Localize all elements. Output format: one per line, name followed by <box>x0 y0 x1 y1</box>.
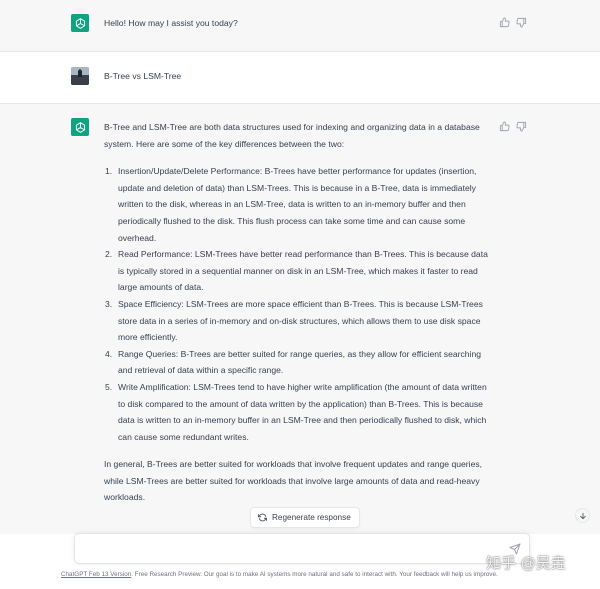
list-item-number: 5. <box>105 381 113 392</box>
footer-disclaimer: ChatGPT Feb 13 Version. Free Research Pr… <box>61 571 498 578</box>
assistant-message-greeting: Hello! How may I assist you today? <box>0 0 600 52</box>
thumbs-up-icon[interactable] <box>499 17 510 28</box>
list-item: 4. Range Queries: B-Trees are better sui… <box>105 346 496 379</box>
watermark-text: 知乎 @吴垚 <box>486 554 566 572</box>
answer-conclusion: In general, B-Trees are better suited fo… <box>104 459 483 503</box>
list-item-text: Write Amplification: LSM-Trees tend to h… <box>118 381 487 442</box>
openai-logo-icon <box>75 17 85 29</box>
greeting-text: Hello! How may I assist you today? <box>104 18 238 28</box>
list-item: 5. Write Amplification: LSM-Trees tend t… <box>105 379 496 445</box>
footer-note-text: . Free Research Preview. Our goal is to … <box>131 571 498 578</box>
thumbs-up-icon[interactable] <box>499 121 510 132</box>
assistant-message-answer: B-Tree and LSM-Tree are both data struct… <box>0 104 600 534</box>
list-item-number: 2. <box>105 249 113 260</box>
list-item: 1. Insertion/Update/Delete Performance: … <box>105 163 496 246</box>
thumbs-down-icon[interactable] <box>516 121 527 132</box>
list-item-number: 4. <box>105 348 113 359</box>
prompt-input[interactable] <box>85 540 495 558</box>
refresh-icon <box>258 513 267 522</box>
user-photo-icon <box>71 67 89 85</box>
list-item-text: Space Efficiency: LSM-Trees are more spa… <box>118 298 483 343</box>
version-link[interactable]: ChatGPT Feb 13 Version <box>61 571 131 578</box>
differences-list: 1. Insertion/Update/Delete Performance: … <box>105 163 496 445</box>
list-item: 2. Read Performance: LSM-Trees have bett… <box>105 246 496 296</box>
list-item-text: Insertion/Update/Delete Performance: B-T… <box>118 166 477 243</box>
list-item-text: Range Queries: B-Trees are better suited… <box>118 348 482 376</box>
greeting-feedback <box>499 17 527 28</box>
assistant-avatar <box>71 14 89 32</box>
answer-intro: B-Tree and LSM-Tree are both data struct… <box>104 122 480 149</box>
answer-feedback <box>499 121 527 132</box>
thumbs-down-icon[interactable] <box>516 17 527 28</box>
scroll-to-bottom-button[interactable] <box>575 508 590 523</box>
arrow-down-icon <box>579 512 586 519</box>
user-message: B-Tree vs LSM-Tree <box>0 52 600 104</box>
answer-body: B-Tree and LSM-Tree are both data struct… <box>104 119 496 506</box>
regenerate-label: Regenerate response <box>272 513 351 522</box>
list-item-text: Read Performance: LSM-Trees have better … <box>118 249 488 293</box>
list-item: 3. Space Efficiency: LSM-Trees are more … <box>105 296 496 346</box>
user-question-text: B-Tree vs LSM-Tree <box>104 71 182 81</box>
list-item-number: 3. <box>105 298 113 309</box>
message-composer <box>74 533 530 564</box>
assistant-avatar <box>71 118 89 136</box>
user-avatar <box>71 67 89 85</box>
regenerate-response-button[interactable]: Regenerate response <box>250 507 360 528</box>
openai-logo-icon <box>75 121 85 133</box>
list-item-number: 1. <box>105 166 113 177</box>
